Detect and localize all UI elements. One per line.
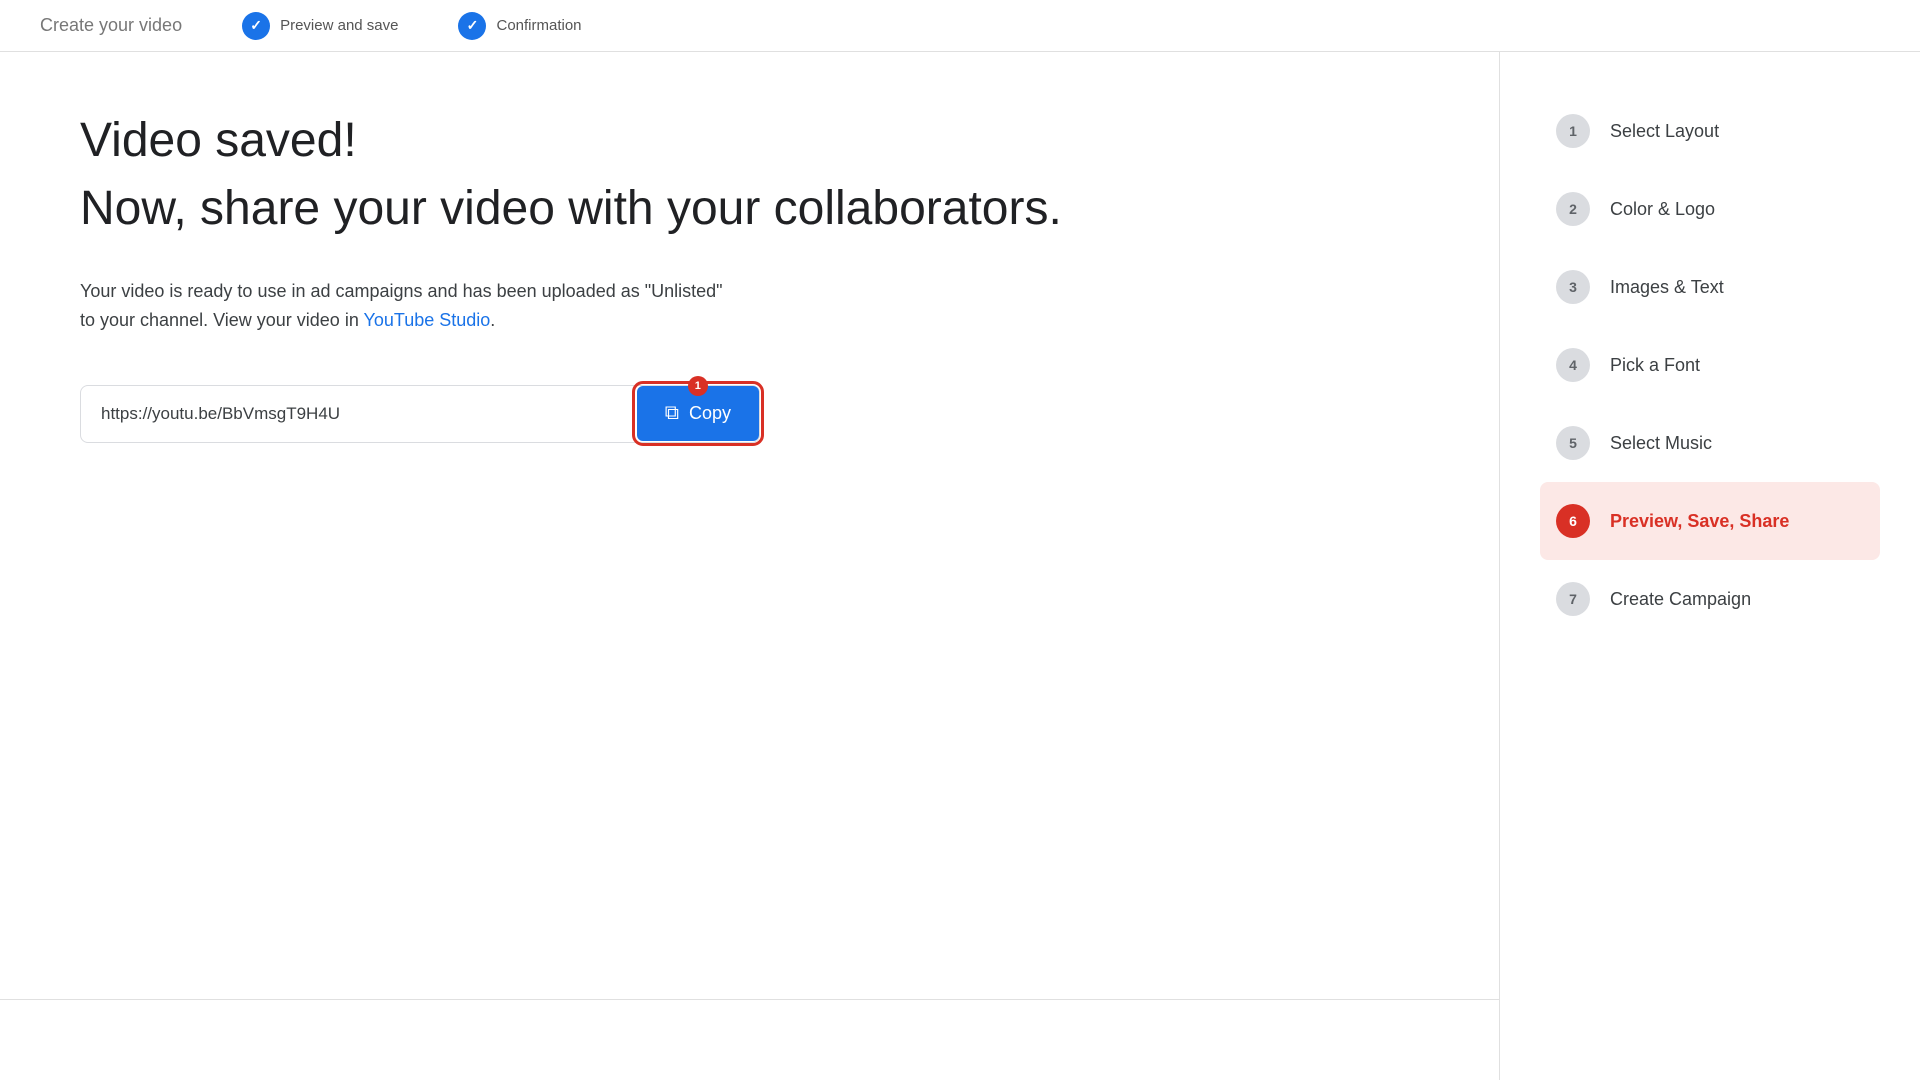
center-panel: Video saved! Now, share your video with … xyxy=(0,52,1500,1080)
right-sidebar: 1 Select Layout 2 Color & Logo 3 Images … xyxy=(1500,52,1920,1080)
video-url-input[interactable] xyxy=(81,386,637,442)
sidebar-step-4-number: 4 xyxy=(1556,348,1590,382)
sidebar-step-2[interactable]: 2 Color & Logo xyxy=(1540,170,1880,248)
sidebar-step-5-number: 5 xyxy=(1556,426,1590,460)
sidebar-step-6-label: Preview, Save, Share xyxy=(1610,511,1789,532)
url-copy-row: 1 ⧉ Copy xyxy=(80,385,760,443)
sidebar-step-7-number: 7 xyxy=(1556,582,1590,616)
nav-step-preview: Preview and save xyxy=(242,12,398,40)
nav-step-confirmation-label: Confirmation xyxy=(496,17,581,34)
sidebar-step-5-label: Select Music xyxy=(1610,433,1712,454)
copy-button-label: Copy xyxy=(689,403,731,424)
sidebar-step-3[interactable]: 3 Images & Text xyxy=(1540,248,1880,326)
nav-step-create-label: Create your video xyxy=(40,15,182,36)
sidebar-step-3-label: Images & Text xyxy=(1610,277,1724,298)
sidebar-step-2-label: Color & Logo xyxy=(1610,199,1715,220)
sidebar-step-1[interactable]: 1 Select Layout xyxy=(1540,92,1880,170)
sidebar-step-4-label: Pick a Font xyxy=(1610,355,1700,376)
heading-video-saved: Video saved! xyxy=(80,112,1419,170)
copy-button-wrapper: 1 ⧉ Copy xyxy=(637,386,759,441)
sidebar-step-2-number: 2 xyxy=(1556,192,1590,226)
sidebar-step-6[interactable]: 6 Preview, Save, Share xyxy=(1540,482,1880,560)
nav-step-confirmation-circle xyxy=(458,12,486,40)
nav-step-preview-circle xyxy=(242,12,270,40)
sidebar-step-1-number: 1 xyxy=(1556,114,1590,148)
youtube-studio-link[interactable]: YouTube Studio xyxy=(364,310,491,330)
description-part1: Your video is ready to use in ad campaig… xyxy=(80,281,723,301)
sidebar-step-7[interactable]: 7 Create Campaign xyxy=(1540,560,1880,638)
top-nav: Create your video Preview and save Confi… xyxy=(0,0,1920,52)
copy-icon: ⧉ xyxy=(665,402,679,425)
sidebar-step-6-number: 6 xyxy=(1556,504,1590,538)
sidebar-step-4[interactable]: 4 Pick a Font xyxy=(1540,326,1880,404)
sidebar-step-5[interactable]: 5 Select Music xyxy=(1540,404,1880,482)
description-part3: . xyxy=(490,310,495,330)
nav-step-confirmation: Confirmation xyxy=(458,12,581,40)
description-part2: to your channel. View your video in xyxy=(80,310,364,330)
sidebar-step-7-label: Create Campaign xyxy=(1610,589,1751,610)
nav-step-preview-label: Preview and save xyxy=(280,17,398,34)
sidebar-step-3-number: 3 xyxy=(1556,270,1590,304)
heading-share: Now, share your video with your collabor… xyxy=(80,180,1419,238)
copy-badge: 1 xyxy=(688,376,708,396)
bottom-divider xyxy=(0,999,1500,1000)
main-content: Video saved! Now, share your video with … xyxy=(0,52,1920,1080)
description-text: Your video is ready to use in ad campaig… xyxy=(80,277,980,335)
nav-step-create: Create your video xyxy=(40,15,182,36)
sidebar-step-1-label: Select Layout xyxy=(1610,121,1719,142)
